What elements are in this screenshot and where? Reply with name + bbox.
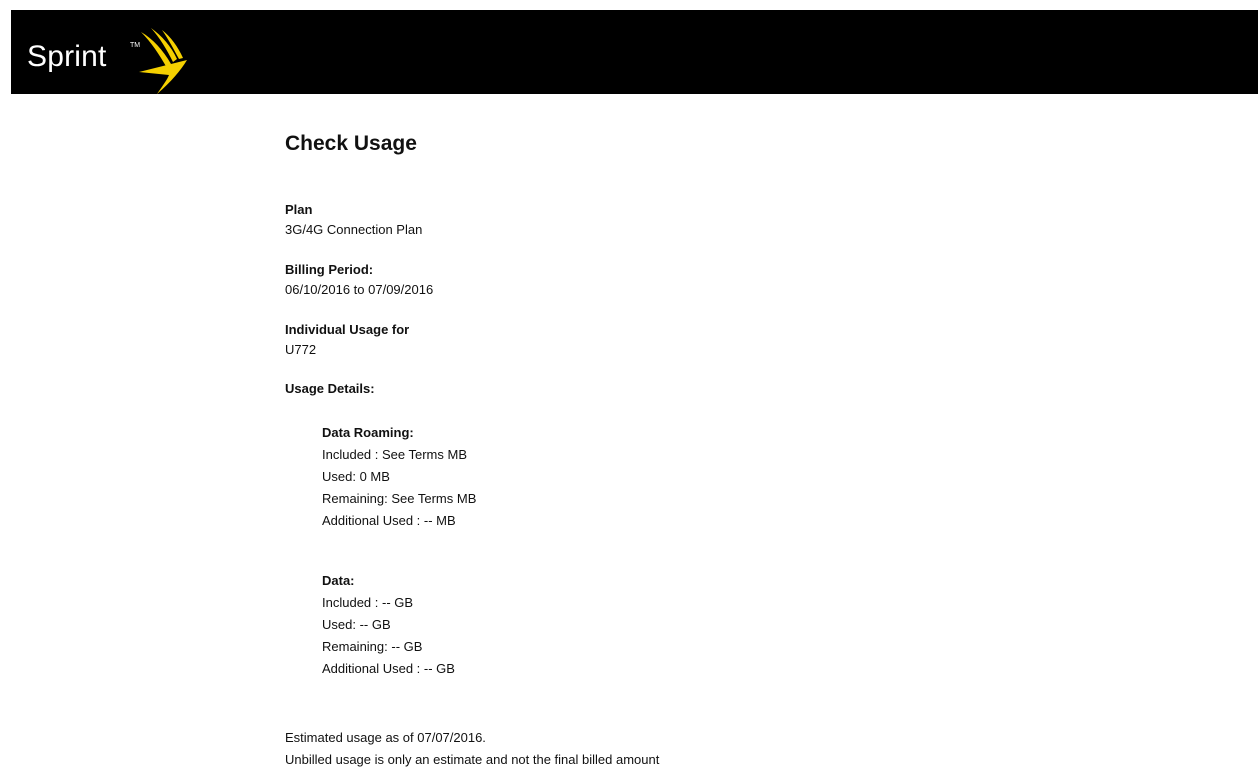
unbilled-usage-disclaimer: Unbilled usage is only an estimate and n…	[285, 752, 660, 767]
plan-value: 3G/4G Connection Plan	[285, 222, 423, 237]
usage-details-label: Usage Details:	[285, 381, 375, 396]
billing-period-section: Billing Period: 06/10/2016 to 07/09/2016	[285, 260, 433, 300]
brand-name: Sprint	[27, 40, 107, 73]
plan-section: Plan 3G/4G Connection Plan	[285, 200, 422, 240]
data-included: Included : -- GB	[322, 595, 414, 610]
data-section: Data: Included : -- GB Used: -- GB Remai…	[322, 571, 455, 680]
data-additional-used: Additional Used : -- GB	[322, 661, 455, 676]
usage-content: Check Usage Plan 3G/4G Connection Plan B…	[285, 130, 985, 767]
header-bar: Sprint TM	[11, 10, 1258, 94]
individual-usage-value: U772	[285, 342, 317, 357]
data-roaming-remaining: Remaining: See Terms MB	[322, 491, 477, 506]
data-roaming-additional-used: Additional Used : -- MB	[322, 513, 456, 528]
individual-usage-label: Individual Usage for	[285, 322, 410, 337]
data-roaming-used: Used: 0 MB	[322, 469, 390, 484]
data-heading: Data:	[322, 573, 355, 588]
estimated-usage-note: Estimated usage as of 07/07/2016.	[285, 730, 486, 745]
plan-label: Plan	[285, 202, 313, 217]
usage-details-label-wrap: Usage Details:	[285, 379, 375, 399]
data-roaming-included: Included : See Terms MB	[322, 447, 467, 462]
data-remaining: Remaining: -- GB	[322, 639, 423, 654]
data-used: Used: -- GB	[322, 617, 391, 632]
billing-period-label: Billing Period:	[285, 262, 374, 277]
page-title: Check Usage	[285, 132, 417, 155]
data-roaming-section: Data Roaming: Included : See Terms MB Us…	[322, 423, 476, 532]
billing-period-value: 06/10/2016 to 07/09/2016	[285, 282, 434, 297]
sprint-pin-icon	[139, 28, 187, 94]
individual-usage-section: Individual Usage for U772	[285, 320, 409, 360]
usage-footer: Estimated usage as of 07/07/2016. Unbill…	[285, 727, 659, 771]
data-roaming-heading: Data Roaming:	[322, 425, 414, 440]
